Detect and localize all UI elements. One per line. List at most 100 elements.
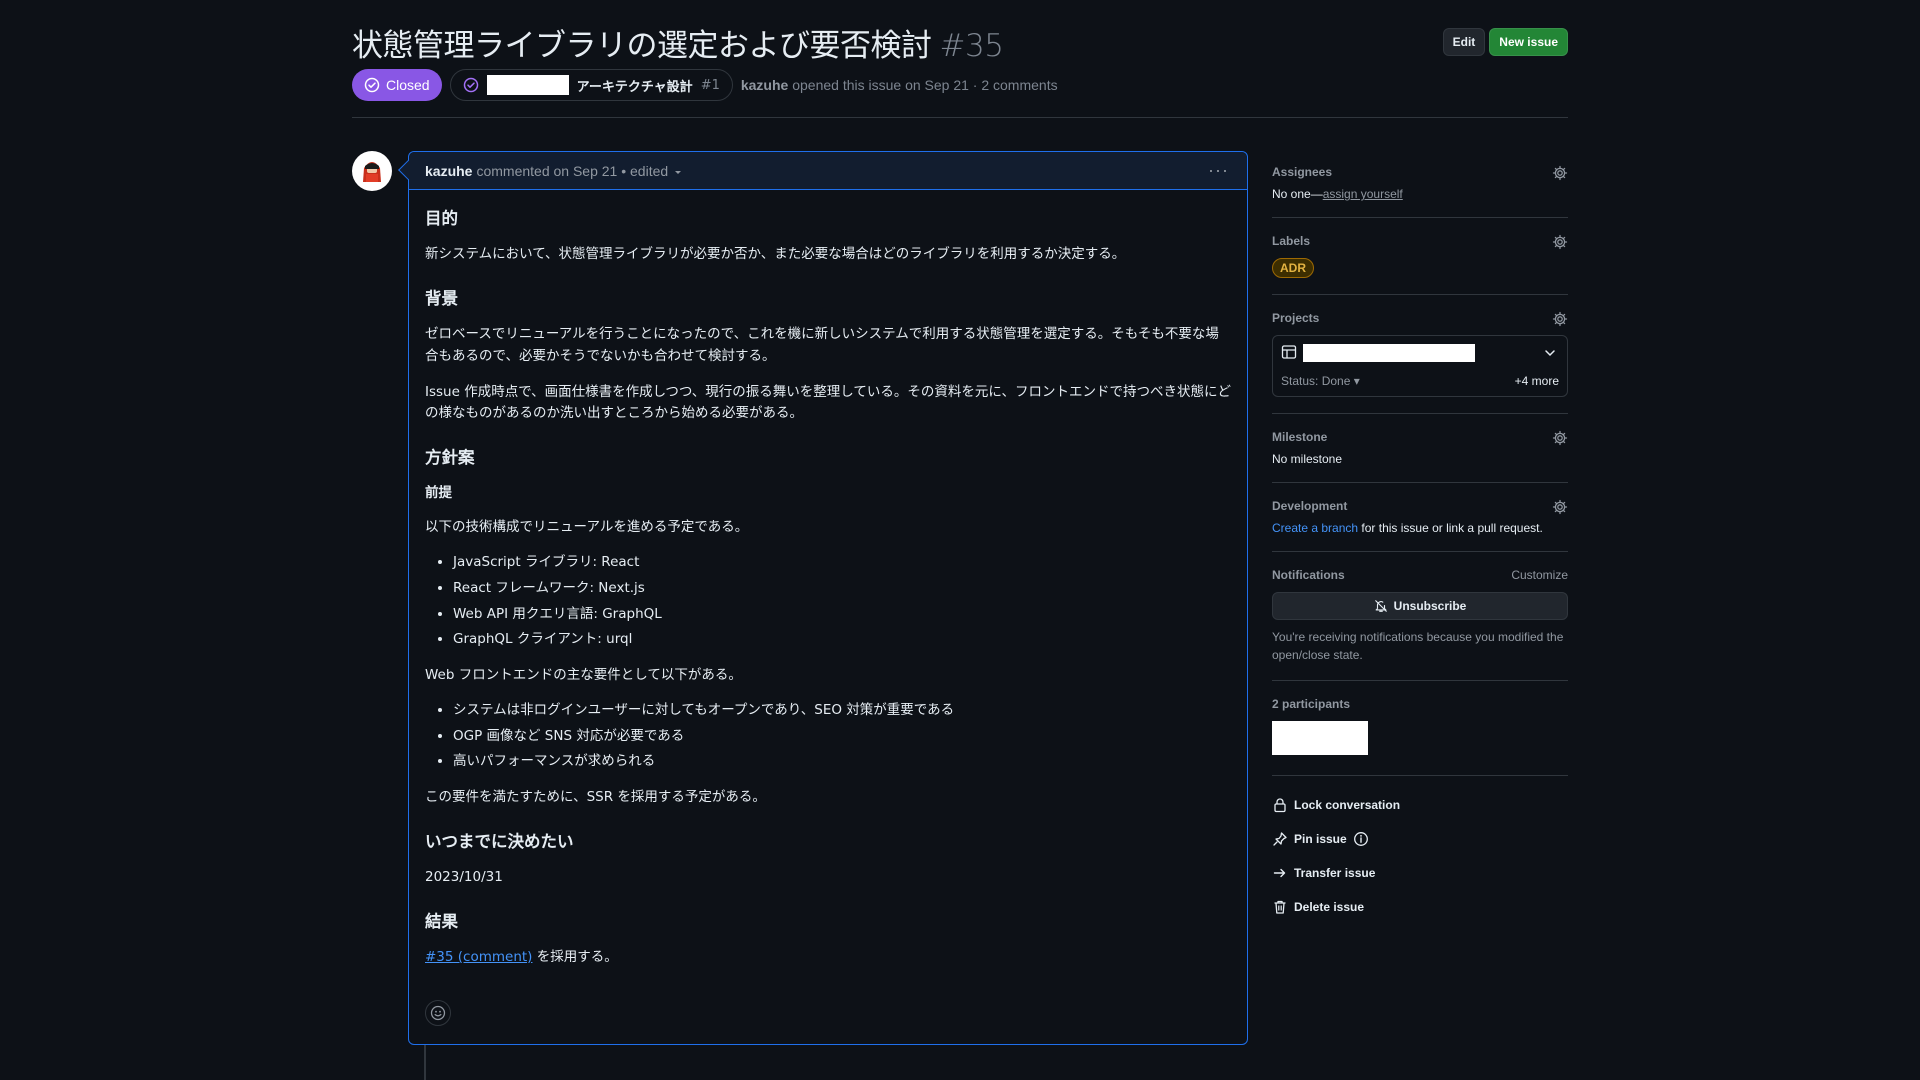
development-section: Development Create a branch for this iss… xyxy=(1272,483,1568,552)
issue-meta: Closed アーキテクチャ設計 #1 kazuhe opened this i… xyxy=(352,69,1058,101)
chevron-down-icon[interactable] xyxy=(672,166,684,178)
unsubscribe-label: Unsubscribe xyxy=(1393,599,1467,613)
background-text-2: Issue 作成時点で、画面仕様書を作成しつつ、現行の振る舞いを整理している。そ… xyxy=(425,383,1231,422)
issue-title: 状態管理ライブラリの選定および要否検討 #35 xyxy=(352,20,1004,65)
parent-issue-name: アーキテクチャ設計 xyxy=(576,79,693,95)
redacted-box xyxy=(486,75,569,95)
issue-comment: kazuhe commented on Sep 21 • edited ··· … xyxy=(398,151,1248,1045)
edit-button[interactable]: Edit xyxy=(1442,28,1486,56)
projects-section: Projects Status: Done ▾ +4 more xyxy=(1272,295,1568,414)
new-issue-button[interactable]: New issue xyxy=(1489,28,1568,56)
comment-meta: commented on Sep 21 • edited xyxy=(476,162,669,179)
redacted-box xyxy=(1272,721,1368,755)
kebab-menu-icon[interactable]: ··· xyxy=(1208,160,1229,181)
assign-yourself-link[interactable]: assign yourself xyxy=(1323,187,1403,201)
list-item: OGP 画像など SNS 対応が必要である xyxy=(453,726,1231,748)
list-item: 高いパフォーマンスが求められる xyxy=(453,751,1231,773)
premise-text: 以下の技術構成でリニューアルを進める予定である。 xyxy=(425,518,749,535)
labels-section: Labels ADR xyxy=(1272,218,1568,295)
parent-issue-link[interactable]: アーキテクチャ設計 #1 xyxy=(449,69,733,101)
delete-issue-button[interactable]: Delete issue xyxy=(1272,890,1568,924)
opened-by-author[interactable]: kazuhe xyxy=(741,77,788,93)
project-more[interactable]: +4 more xyxy=(1515,374,1559,388)
notification-reason: You're receiving notifications because y… xyxy=(1272,630,1564,662)
result-paragraph: #35 (comment) を採用する。 xyxy=(425,947,1231,969)
issue-number: #35 xyxy=(939,28,1004,64)
comment-author[interactable]: kazuhe xyxy=(425,163,472,179)
background-heading: 背景 xyxy=(425,288,458,308)
assignees-title: Assignees xyxy=(1272,165,1333,179)
delete-label: Delete issue xyxy=(1294,900,1365,914)
project-card[interactable]: Status: Done ▾ +4 more xyxy=(1272,335,1568,397)
projects-title: Projects xyxy=(1272,311,1320,325)
list-item: JavaScript ライブラリ: React xyxy=(453,552,1231,574)
avatar[interactable] xyxy=(352,151,392,191)
gear-icon[interactable] xyxy=(1552,234,1568,250)
plan-heading: 方針案 xyxy=(425,447,475,467)
purpose-heading: 目的 xyxy=(425,209,458,228)
deadline-text: 2023/10/31 xyxy=(425,869,503,886)
development-value: Create a branch for this issue or link a… xyxy=(1272,521,1568,535)
label-adr[interactable]: ADR xyxy=(1272,258,1314,278)
premise-heading: 前提 xyxy=(425,485,452,502)
gear-icon[interactable] xyxy=(1552,311,1568,327)
issue-actions: Lock conversation Pin issue Transfer iss… xyxy=(1272,776,1568,924)
result-text: を採用する。 xyxy=(532,949,618,966)
comment-body: 目的 新システムにおいて、状態管理ライブラリが必要か否か、また必要な場合はどのラ… xyxy=(409,190,1247,999)
milestone-title: Milestone xyxy=(1272,430,1328,444)
chevron-down-icon[interactable] xyxy=(1543,346,1557,360)
deadline-heading: いつまでに決めたい xyxy=(425,831,574,851)
customize-link[interactable]: Customize xyxy=(1511,568,1568,582)
lock-icon xyxy=(1274,798,1286,813)
comment-header: kazuhe commented on Sep 21 • edited ··· xyxy=(409,152,1247,190)
add-reaction-button[interactable] xyxy=(425,1000,451,1026)
assignees-value: No one—assign yourself xyxy=(1272,187,1568,201)
status-badge-label: Closed xyxy=(386,77,430,93)
check-circle-icon xyxy=(364,77,380,93)
participants-title: 2 participants xyxy=(1272,697,1351,711)
issue-sidebar: Assignees No one—assign yourself Labels … xyxy=(1272,151,1568,924)
transfer-issue-button[interactable]: Transfer issue xyxy=(1272,856,1568,890)
milestone-section: Milestone No milestone xyxy=(1272,414,1568,483)
project-status[interactable]: Status: Done ▾ xyxy=(1281,374,1360,388)
list-item: GraphQL クライアント: urql xyxy=(453,629,1231,651)
development-text: for this issue or link a pull request. xyxy=(1358,521,1543,535)
pin-icon xyxy=(1273,832,1287,846)
gear-icon[interactable] xyxy=(1552,430,1568,446)
assignees-section: Assignees No one—assign yourself xyxy=(1272,151,1568,218)
gear-icon[interactable] xyxy=(1552,499,1568,515)
issue-page: 状態管理ライブラリの選定および要否検討 #35 Edit New issue Cl… xyxy=(352,0,1568,1080)
bell-slash-icon xyxy=(1374,600,1387,612)
list-item: React フレームワーク: Next.js xyxy=(453,578,1231,600)
transfer-label: Transfer issue xyxy=(1294,866,1376,880)
create-branch-link[interactable]: Create a branch xyxy=(1272,521,1358,535)
purpose-text: 新システムにおいて、状態管理ライブラリが必要か否か、また必要な場合はどのライブラ… xyxy=(425,246,1126,263)
opened-text: opened this issue on Sep 21 · 2 comments xyxy=(792,77,1058,93)
participants-section: 2 participants xyxy=(1272,681,1568,776)
trash-icon xyxy=(1274,900,1286,914)
background-text-1: ゼロベースでリニューアルを行うことになったので、これを機に新しいシステムで利用す… xyxy=(425,326,1219,364)
redacted-box xyxy=(1303,344,1475,362)
gear-icon[interactable] xyxy=(1552,165,1568,181)
list-item: システムは非ログインユーザーに対してもオープンであり、SEO 対策が重要である xyxy=(453,700,1231,722)
issue-title-text: 状態管理ライブラリの選定および要否検討 xyxy=(352,28,932,64)
result-comment-link[interactable]: #35 (comment) xyxy=(425,949,532,965)
opened-info: kazuhe opened this issue on Sep 21 · 2 c… xyxy=(741,77,1058,93)
list-item: Web API 用クエリ言語: GraphQL xyxy=(453,604,1231,626)
issue-header: 状態管理ライブラリの選定および要否検討 #35 Edit New issue Cl… xyxy=(352,0,1568,118)
pin-issue-button[interactable]: Pin issue xyxy=(1272,822,1568,856)
lock-label: Lock conversation xyxy=(1294,798,1401,812)
development-title: Development xyxy=(1272,499,1348,513)
check-circle-icon xyxy=(463,77,478,93)
unsubscribe-button[interactable]: Unsubscribe xyxy=(1272,592,1568,620)
header-actions: Edit New issue xyxy=(1442,28,1568,56)
info-icon[interactable] xyxy=(1353,831,1369,847)
project-status-text: Status: Done xyxy=(1281,374,1351,388)
result-heading: 結果 xyxy=(425,911,458,931)
status-badge: Closed xyxy=(352,69,442,101)
table-icon xyxy=(1281,345,1297,359)
timeline-line xyxy=(424,1045,426,1080)
pin-label: Pin issue xyxy=(1294,832,1347,846)
lock-conversation-button[interactable]: Lock conversation xyxy=(1272,788,1568,822)
tech-list: JavaScript ライブラリ: React React フレームワーク: N… xyxy=(425,552,1231,650)
